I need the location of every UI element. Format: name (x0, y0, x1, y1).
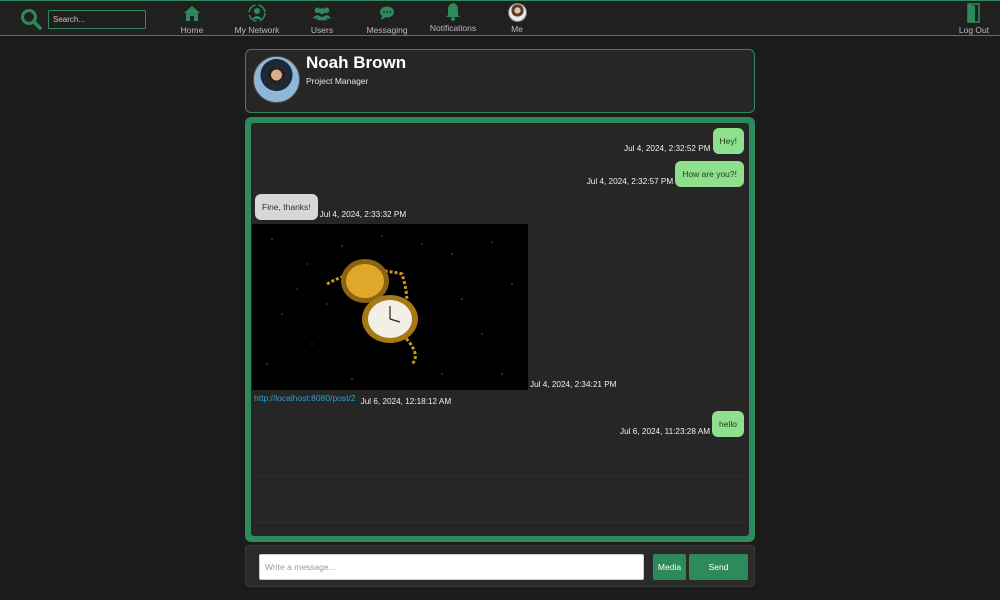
home-icon (182, 3, 202, 23)
nav-label: Home (180, 25, 204, 35)
message-timestamp: Jul 6, 2024, 11:23:28 AM (620, 427, 711, 436)
nav-label: My Network (234, 25, 280, 35)
nav-label: Me (511, 24, 523, 34)
message-timestamp: Jul 4, 2024, 2:32:57 PM (586, 177, 674, 186)
message-input[interactable] (259, 554, 644, 580)
message-timestamp: Jul 4, 2024, 2:32:52 PM (624, 144, 711, 153)
message-timestamp: Jul 4, 2024, 2:33:32 PM (319, 210, 407, 219)
message-sent: Jul 4, 2024, 2:32:52 PM Hey! (624, 128, 744, 154)
search-icon[interactable] (20, 8, 42, 30)
message-received: http://localhost:8080/post/2 Jul 6, 2024… (254, 393, 452, 406)
nav-label: Users (310, 25, 334, 35)
contact-name[interactable]: Noah Brown (306, 53, 406, 73)
logout-label: Log Out (958, 25, 990, 35)
nav-item-messaging[interactable]: Messaging (366, 3, 408, 35)
pocket-watch-image[interactable] (252, 224, 528, 390)
nav-item-notifications[interactable]: Notifications (429, 1, 477, 33)
chat-icon (377, 3, 397, 23)
bell-icon (443, 1, 463, 21)
contact-title: Project Manager (306, 76, 369, 86)
message-sent: Jul 4, 2024, 2:32:57 PM How are you?! (587, 161, 744, 187)
send-button[interactable]: Send (689, 554, 748, 580)
network-icon (247, 3, 267, 23)
message-bubble: How are you?! (675, 161, 744, 187)
avatar[interactable] (253, 56, 300, 103)
message-received: Fine, thanks! Jul 4, 2024, 2:33:32 PM (255, 194, 406, 220)
message-timestamp: Jul 4, 2024, 2:34:21 PM (530, 380, 617, 389)
nav-label: Messaging (366, 25, 408, 35)
nav-label: Notifications (429, 23, 477, 33)
message-received: Jul 4, 2024, 2:34:21 PM (252, 224, 616, 390)
shared-post-link[interactable]: http://localhost:8080/post/2 (254, 393, 356, 403)
message-sent: Jul 6, 2024, 11:23:28 AM hello (620, 411, 744, 437)
nav-item-users[interactable]: Users (308, 3, 336, 35)
nav-item-home[interactable]: Home (178, 3, 206, 35)
logout-icon (964, 3, 984, 23)
message-composer: Media Send (245, 545, 755, 587)
message-bubble: Fine, thanks! (255, 194, 318, 220)
top-navbar: Home My Network Users (0, 0, 1000, 36)
chat-panel: Jul 4, 2024, 2:32:52 PM Hey! Jul 4, 2024… (245, 117, 755, 542)
conversation-header: Noah Brown Project Manager (245, 49, 755, 113)
message-list[interactable]: Jul 4, 2024, 2:32:52 PM Hey! Jul 4, 2024… (251, 123, 749, 536)
nav-item-my-network[interactable]: My Network (233, 3, 281, 35)
message-bubble: hello (712, 411, 744, 437)
media-button[interactable]: Media (653, 554, 686, 580)
message-timestamp: Jul 6, 2024, 12:18:12 AM (360, 397, 452, 406)
search-input[interactable] (48, 10, 146, 29)
divider (251, 522, 749, 523)
divider (251, 475, 749, 476)
users-icon (312, 3, 332, 23)
nav-item-me[interactable]: Me (504, 2, 530, 34)
message-bubble: Hey! (712, 128, 744, 154)
avatar (507, 2, 527, 22)
logout-button[interactable]: Log Out (957, 3, 991, 35)
